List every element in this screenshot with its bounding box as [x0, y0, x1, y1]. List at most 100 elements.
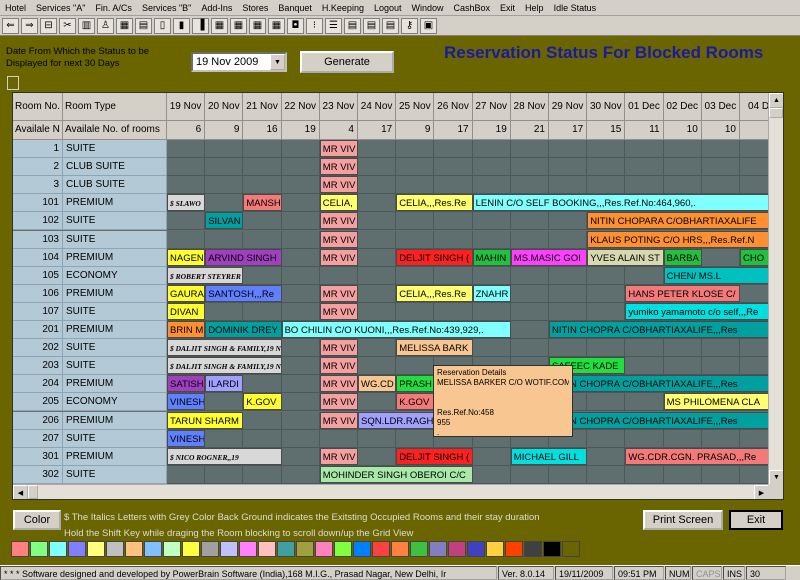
- date-slot[interactable]: [205, 393, 244, 412]
- date-slot[interactable]: [587, 465, 626, 484]
- date-slot[interactable]: [549, 465, 588, 484]
- booking-bar[interactable]: VINESH: [167, 429, 206, 447]
- date-picker-value[interactable]: 19 Nov 2009: [193, 56, 270, 68]
- color-swatch[interactable]: [410, 541, 428, 557]
- date-slot[interactable]: [625, 176, 664, 195]
- person-icon[interactable]: ♙: [97, 17, 114, 34]
- date-slot[interactable]: [434, 176, 473, 195]
- mobile-icon[interactable]: ▮: [173, 17, 190, 34]
- color-swatch[interactable]: [30, 541, 48, 557]
- date-slot[interactable]: [549, 230, 588, 249]
- date-slot[interactable]: [396, 158, 435, 177]
- booking-bar[interactable]: MICHAEL GILL: [510, 447, 588, 465]
- color-swatch[interactable]: [106, 541, 124, 557]
- date-slot[interactable]: [663, 176, 702, 195]
- date-slot[interactable]: [396, 230, 435, 249]
- date-slot[interactable]: [358, 339, 397, 358]
- date-slot[interactable]: [740, 284, 769, 303]
- date-slot[interactable]: [663, 339, 702, 358]
- booking-bar[interactable]: ARVIND SINGH: [205, 248, 282, 266]
- date-slot[interactable]: [243, 212, 282, 231]
- date-slot[interactable]: [625, 140, 664, 159]
- date-slot[interactable]: [625, 465, 664, 484]
- booking-bar[interactable]: PRASH: [396, 375, 435, 393]
- date-slot[interactable]: [701, 465, 740, 484]
- date-slot[interactable]: [205, 140, 244, 159]
- date-slot[interactable]: [510, 284, 549, 303]
- date-slot[interactable]: [396, 302, 435, 321]
- date-slot[interactable]: [205, 465, 244, 484]
- date-slot[interactable]: [587, 302, 626, 321]
- date-slot[interactable]: [549, 158, 588, 177]
- menu-item[interactable]: H.Keeping: [317, 0, 369, 16]
- booking-bar[interactable]: MANSH: [243, 194, 282, 212]
- date-slot[interactable]: [472, 339, 511, 358]
- date-slot[interactable]: [549, 339, 588, 358]
- booking-bar[interactable]: SANTOSH,,,Re: [205, 284, 282, 302]
- color-swatch[interactable]: [201, 541, 219, 557]
- date-slot[interactable]: [472, 447, 511, 466]
- date-slot[interactable]: [281, 393, 320, 412]
- date-slot[interactable]: [510, 140, 549, 159]
- menu-item[interactable]: Logout: [369, 0, 407, 16]
- calendar-icon[interactable]: ▦: [116, 17, 133, 34]
- menu-item[interactable]: Window: [406, 0, 448, 16]
- color-swatch[interactable]: [296, 541, 314, 557]
- booking-bar[interactable]: CELIA,,,Res.Re: [396, 284, 473, 302]
- date-slot[interactable]: [625, 158, 664, 177]
- color-swatch[interactable]: [448, 541, 466, 557]
- booking-bar[interactable]: DELJIT SINGH (: [396, 248, 473, 266]
- date-slot[interactable]: [587, 266, 626, 285]
- date-slot[interactable]: [167, 140, 206, 159]
- date-slot[interactable]: [510, 321, 549, 340]
- table-icon[interactable]: ▤: [344, 17, 361, 34]
- date-slot[interactable]: [243, 266, 282, 285]
- grid-icon[interactable]: ▦: [211, 17, 228, 34]
- date-slot[interactable]: [701, 357, 740, 376]
- date-slot[interactable]: [434, 212, 473, 231]
- color-swatch[interactable]: [543, 541, 561, 557]
- date-slot[interactable]: [358, 158, 397, 177]
- date-slot[interactable]: [549, 266, 588, 285]
- booking-bar[interactable]: MR VIV: [319, 357, 358, 375]
- date-picker[interactable]: 19 Nov 2009 ▼: [191, 52, 287, 72]
- date-slot[interactable]: [740, 465, 769, 484]
- date-slot[interactable]: [740, 140, 769, 159]
- color-swatch[interactable]: [524, 541, 542, 557]
- date-slot[interactable]: [281, 158, 320, 177]
- booking-bar[interactable]: SILVAN: [205, 212, 244, 230]
- booking-bar[interactable]: BARBA: [663, 248, 702, 266]
- date-slot[interactable]: [625, 266, 664, 285]
- booking-bar[interactable]: MR VIV: [319, 302, 358, 320]
- booking-bar[interactable]: SATISH: [167, 375, 206, 393]
- booking-bar[interactable]: DOMINIK DREY: [205, 321, 282, 339]
- date-slot[interactable]: [549, 176, 588, 195]
- date-slot[interactable]: [625, 339, 664, 358]
- building-icon[interactable]: ▥: [78, 17, 95, 34]
- color-swatch[interactable]: [11, 541, 29, 557]
- date-slot[interactable]: [358, 393, 397, 412]
- booking-bar[interactable]: TARUN SHARM: [167, 411, 244, 429]
- booking-bar[interactable]: NITIN CHOPRA C/OBHARTIAXALIFE,,,Res: [549, 321, 769, 339]
- booking-bar[interactable]: LENIN C/O SELF BOOKING,,,Res.Ref.No:464,…: [472, 194, 769, 212]
- menu-item[interactable]: Banquet: [273, 0, 317, 16]
- date-slot[interactable]: [205, 158, 244, 177]
- color-swatch[interactable]: [372, 541, 390, 557]
- date-slot[interactable]: [472, 266, 511, 285]
- color-swatch[interactable]: [562, 541, 580, 557]
- table-icon[interactable]: ▤: [382, 17, 399, 34]
- date-slot[interactable]: [701, 248, 740, 267]
- booking-bar[interactable]: NITIN CHOPRA C/OBHARTIAXALIFE,,,Res: [549, 375, 769, 393]
- grid-icon[interactable]: ▦: [249, 17, 266, 34]
- color-swatch[interactable]: [125, 541, 143, 557]
- date-slot[interactable]: [281, 411, 320, 430]
- booking-bar[interactable]: CHEN/ MS.L: [663, 266, 769, 284]
- date-slot[interactable]: [549, 284, 588, 303]
- booking-bar[interactable]: MR VIV: [319, 411, 358, 429]
- color-swatch[interactable]: [467, 541, 485, 557]
- date-slot[interactable]: [243, 411, 282, 430]
- date-slot[interactable]: [243, 230, 282, 249]
- booking-bar[interactable]: ZNAHR: [472, 284, 511, 302]
- date-slot[interactable]: [396, 140, 435, 159]
- date-slot[interactable]: [740, 339, 769, 358]
